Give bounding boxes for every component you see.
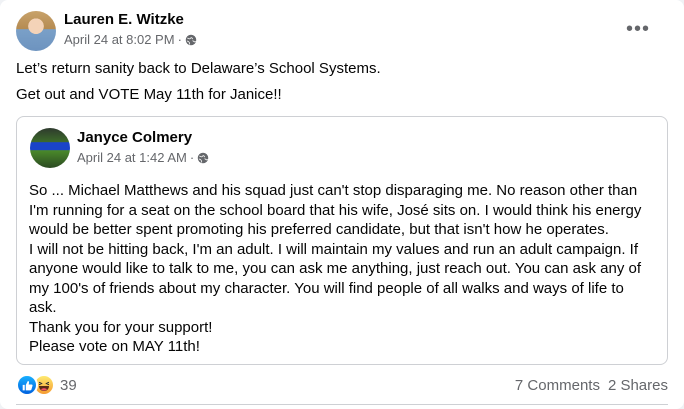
shared-post-timestamp[interactable]: April 24 at 1:42 AM xyxy=(77,150,187,165)
author-avatar[interactable] xyxy=(16,11,56,51)
shared-body-line: I will not be hitting back, I'm an adult… xyxy=(29,240,639,258)
post-timestamp[interactable]: April 24 at 8:02 PM xyxy=(64,32,175,47)
shared-author-avatar[interactable] xyxy=(30,128,70,168)
shared-post-body: So ... Michael Matthews and his squad ju… xyxy=(29,181,659,357)
shared-author-name[interactable]: Janyce Colmery xyxy=(77,129,192,146)
more-options-icon[interactable]: ••• xyxy=(620,18,656,40)
like-icon xyxy=(16,374,38,396)
post-text-line-1: Let’s return sanity back to Delaware’s S… xyxy=(16,60,381,77)
globe-icon[interactable] xyxy=(185,34,197,46)
globe-icon[interactable] xyxy=(197,152,209,164)
shared-body-line: Please vote on MAY 11th! xyxy=(29,338,200,355)
shared-post-meta: April 24 at 1:42 AM · xyxy=(77,150,209,165)
shares-count-link[interactable]: 2 Shares xyxy=(608,377,668,394)
footer-divider xyxy=(16,404,668,405)
comments-count-link[interactable]: 7 Comments xyxy=(515,377,600,394)
shared-body-line: my 100's of friends about my character. … xyxy=(29,279,624,297)
facebook-post: Lauren E. Witzke April 24 at 8:02 PM · •… xyxy=(0,0,684,409)
shared-post[interactable]: Janyce Colmery April 24 at 1:42 AM · So … xyxy=(16,116,668,365)
shared-body-line: Thank you for your support! xyxy=(29,318,213,336)
meta-separator: · xyxy=(177,32,182,47)
post-footer: 39 7 Comments 2 Shares xyxy=(16,372,668,398)
shared-body-line: ask. xyxy=(29,299,57,316)
author-name[interactable]: Lauren E. Witzke xyxy=(64,11,184,28)
shared-body-line: would be better spent promoting his pref… xyxy=(29,221,609,238)
post-meta: April 24 at 8:02 PM · xyxy=(64,32,197,47)
reactions-summary[interactable]: 39 xyxy=(16,374,77,396)
shared-body-line: So ... Michael Matthews and his squad ju… xyxy=(29,182,638,199)
meta-separator: · xyxy=(189,150,195,165)
shared-body-line: I'm running for a seat on the school boa… xyxy=(29,201,642,219)
shared-body-line: anyone would like to talk to me, you can… xyxy=(29,260,642,277)
post-text-line-2: Get out and VOTE May 11th for Janice!! xyxy=(16,86,282,103)
reaction-count: 39 xyxy=(60,376,77,394)
